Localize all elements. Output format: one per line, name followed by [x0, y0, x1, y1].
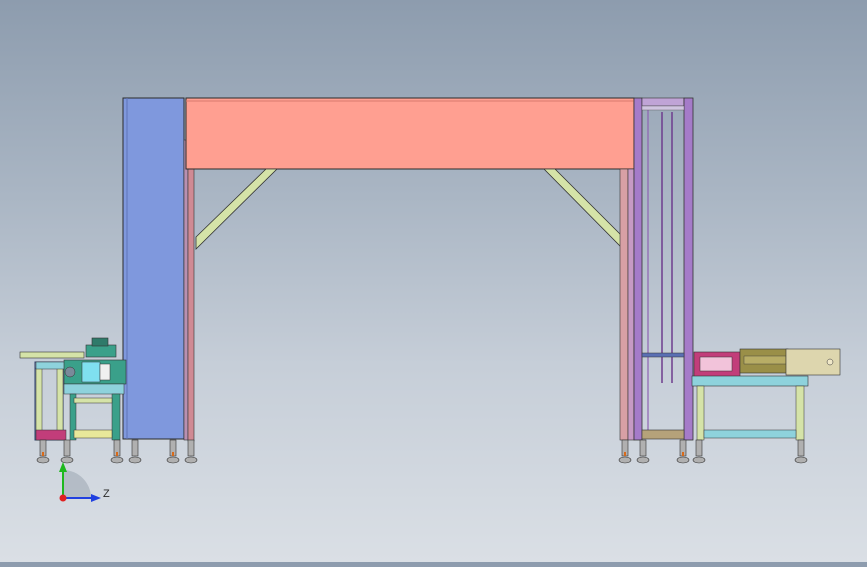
- z-axis-label: Z: [103, 488, 110, 500]
- right-conveyor-table[interactable]: [691, 348, 841, 441]
- levelling-feet: [36, 439, 808, 464]
- top-beam[interactable]: [185, 97, 635, 170]
- orientation-triad[interactable]: Z: [59, 462, 110, 502]
- left-conveyor-table[interactable]: [19, 337, 127, 441]
- cad-viewport[interactable]: Z: [0, 0, 867, 562]
- x-axis-dot-icon: [59, 494, 67, 502]
- right-brace: [543, 168, 623, 249]
- triad-plane-icon: [63, 470, 91, 498]
- left-brace: [195, 168, 278, 250]
- left-column[interactable]: [122, 97, 195, 442]
